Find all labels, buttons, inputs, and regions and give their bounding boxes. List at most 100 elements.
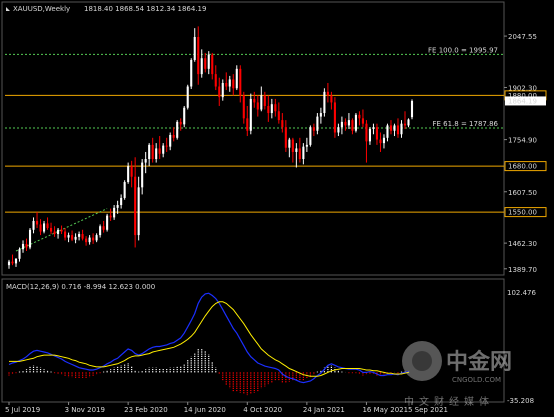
y-tick-label: 1607.50 [508,189,537,197]
candle-body [106,215,109,230]
candle-body [344,121,347,126]
candle-body [64,231,67,238]
candle-body [358,114,361,119]
candle-body [232,79,235,89]
candle-body [242,95,245,119]
candle-body [386,125,389,138]
candle-body [57,229,60,235]
candle-body [134,176,137,236]
candle-body [375,127,379,140]
x-tick-label: 5 Jul 2019 [5,406,40,414]
macd-y-tick-label: 102.476 [507,289,536,297]
candle-body [379,139,382,144]
candle-body [218,86,221,98]
candle-body [400,123,403,135]
candle-body [267,105,270,114]
candle-body [50,228,53,232]
symbol-title: XAUUSD,Weekly [13,5,70,13]
fib-label: FE 100.0 = 1995.97 [428,46,498,54]
candle-body [165,145,168,147]
candle-body [225,82,228,87]
x-tick-label: 14 Jun 2020 [184,406,226,414]
candle-body [183,107,186,125]
candle-body [197,36,200,75]
candle-body [18,249,21,259]
candle-body [186,86,189,108]
candle-body [144,159,147,163]
candle-body [221,82,224,98]
candle-body [211,54,214,75]
candle-body [277,111,280,121]
candle-body [305,144,308,147]
x-tick-label: 3 Nov 2019 [65,406,105,414]
candle-body [319,113,322,117]
candle-body [25,243,28,248]
candle-body [42,223,46,232]
y-tick-label: 1462.30 [508,240,537,248]
macd-y-tick-label: -35.208 [507,397,534,405]
candle-body [382,137,386,144]
x-tick-label: 4 Oct 2020 [243,406,282,414]
candle-body [298,148,301,160]
candle-body [130,166,133,177]
candle-body [102,226,105,230]
candle-body [389,125,393,131]
candle-body [148,144,151,160]
candle-body [88,237,91,243]
candle-body [354,114,357,131]
candle-body [81,234,84,239]
candle-body [316,116,319,131]
candle-body [410,100,414,118]
candle-body [14,258,18,264]
candle-body [200,58,203,75]
x-tick-label: 16 May 2021 [362,406,408,414]
level-price-label: 1550.00 [508,209,537,217]
candle-body [116,205,119,208]
candle-body [291,139,294,152]
price-header: XAUUSD,Weekly 1818.40 1868.54 1812.34 18… [6,5,206,13]
candle-body [249,98,252,131]
ohlc-readout: 1818.40 1868.54 1812.34 1864.19 [84,5,206,13]
candle-body [337,127,340,133]
candle-body [403,123,407,126]
candle-body [214,74,217,87]
x-tick-label: 24 Jan 2021 [303,406,345,414]
candle-body [323,91,326,114]
candle-body [326,91,329,96]
y-tick-label: 1389.70 [508,266,537,274]
candle-body [53,231,56,235]
candle-body [46,223,49,229]
candle-body [246,118,249,131]
candle-body [333,102,336,133]
candle-body [351,120,354,131]
candle-body [260,95,263,110]
candle-body [151,144,154,160]
candle-body [407,119,410,126]
candle-body [28,229,32,248]
level-price-label: 1680.00 [508,163,537,171]
candle-body [169,134,172,147]
candle-body [172,134,175,138]
candle-body [312,127,315,131]
candle-body [39,224,42,232]
candle-body [263,95,266,106]
current-price-label: 1864.19 [508,97,537,105]
candle-body [190,59,193,87]
candle-body [11,261,14,264]
candle-body [372,127,375,129]
candle-body [155,148,158,160]
x-tick-label: 5 Sep 2021 [408,406,448,414]
candle-body [270,104,273,114]
candle-body [368,128,371,142]
candle-body [176,121,179,138]
candle-body [120,197,123,206]
candle-body [60,229,63,232]
candle-body [109,215,112,218]
candle-body [288,139,291,148]
candle-body [235,68,238,89]
candle-body [85,238,88,243]
candle-body [78,234,81,237]
fib-label: FE 61.8 = 1787.86 [432,120,498,128]
candle-body [71,235,74,240]
candle-body [204,58,207,69]
